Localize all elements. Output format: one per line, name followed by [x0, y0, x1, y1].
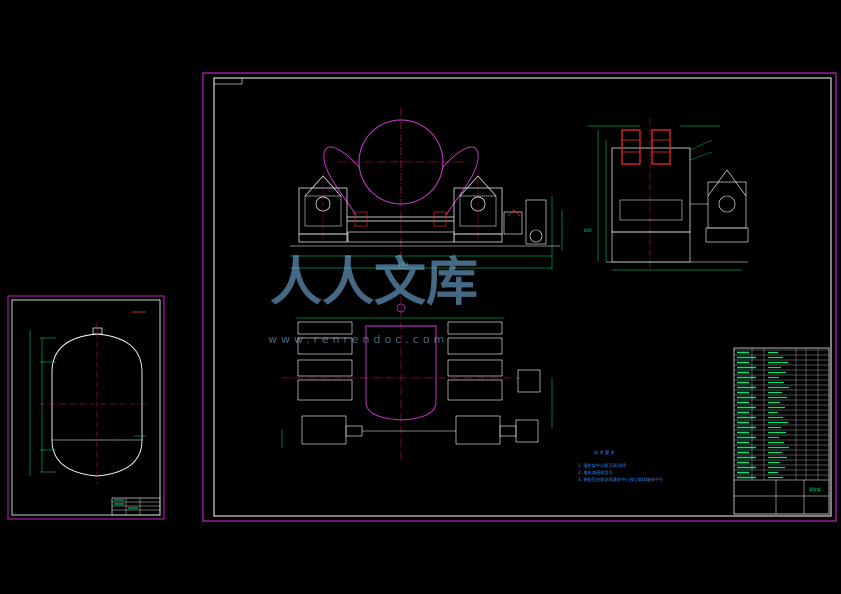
drawing-name: 滚轮架: [809, 486, 821, 492]
watermark-text: 人人文库: [270, 252, 478, 313]
notes-line-3: 3. 装配后应保证两滚轮中心线与筒体轴线平行: [578, 476, 663, 483]
watermark-url: www.renrendoc.com: [268, 333, 448, 346]
notes-line-2: 2. 电机减速机型号: [578, 469, 613, 476]
cad-drawing-canvas: 2400 600 人人文库 www.renrendoc.com 技 术 要 求 …: [0, 0, 841, 594]
side-height-dimension: 600: [584, 228, 592, 233]
notes-title: 技 术 要 求: [594, 449, 616, 456]
notes-line-1: 1. 滚轮架中心距可调 800: [578, 462, 626, 469]
